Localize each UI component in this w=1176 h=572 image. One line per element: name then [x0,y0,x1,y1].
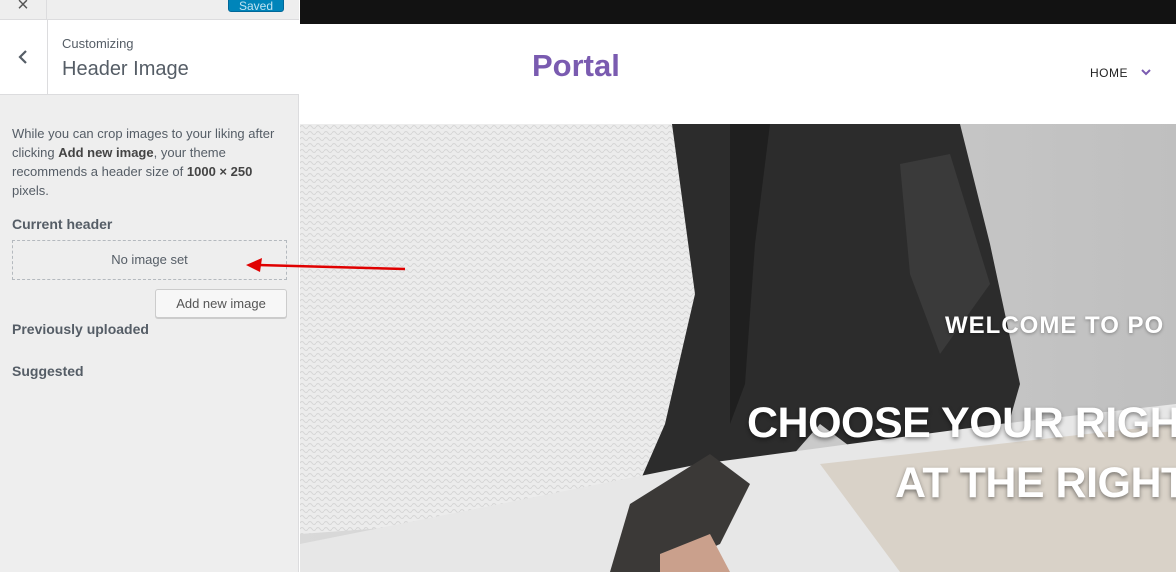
preview-top-bar [300,0,1176,24]
site-logo[interactable]: Portal [532,48,620,84]
back-button[interactable] [0,20,48,94]
nav-item-home[interactable]: HOME [1090,66,1128,80]
hero-headline-line1: CHOOSE YOUR RIGH [747,399,1176,447]
hero-headline-line2: AT THE RIGHT [895,459,1176,507]
section-title: Header Image [62,58,189,80]
customizing-label: Customizing [62,36,134,51]
header-description: While you can crop images to your liking… [12,126,275,198]
hero-banner: WELCOME TO PO CHOOSE YOUR RIGH AT THE RI… [300,124,1176,572]
site-header: Portal HOME [300,24,1176,124]
section-header: Customizing Header Image [0,20,299,95]
previously-uploaded-label: Previously uploaded [12,321,149,337]
suggested-label: Suggested [12,363,84,379]
chevron-down-icon[interactable] [1141,68,1151,76]
customizer-panel: × Saved Customizing Header Image While y… [0,0,299,572]
save-button[interactable]: Saved [228,0,284,13]
customizer-top-bar: × Saved [0,0,299,20]
close-icon[interactable]: × [0,0,47,20]
site-preview: Portal HOME WELCOME TO PO CHOOSE YOUR RI… [300,0,1176,572]
hero-subtitle: WELCOME TO PO [945,312,1165,339]
chevron-left-icon [18,50,27,64]
red-arrow-annotation [246,258,406,272]
add-new-image-button[interactable]: Add new image [155,289,287,318]
current-header-label: Current header [12,216,113,232]
